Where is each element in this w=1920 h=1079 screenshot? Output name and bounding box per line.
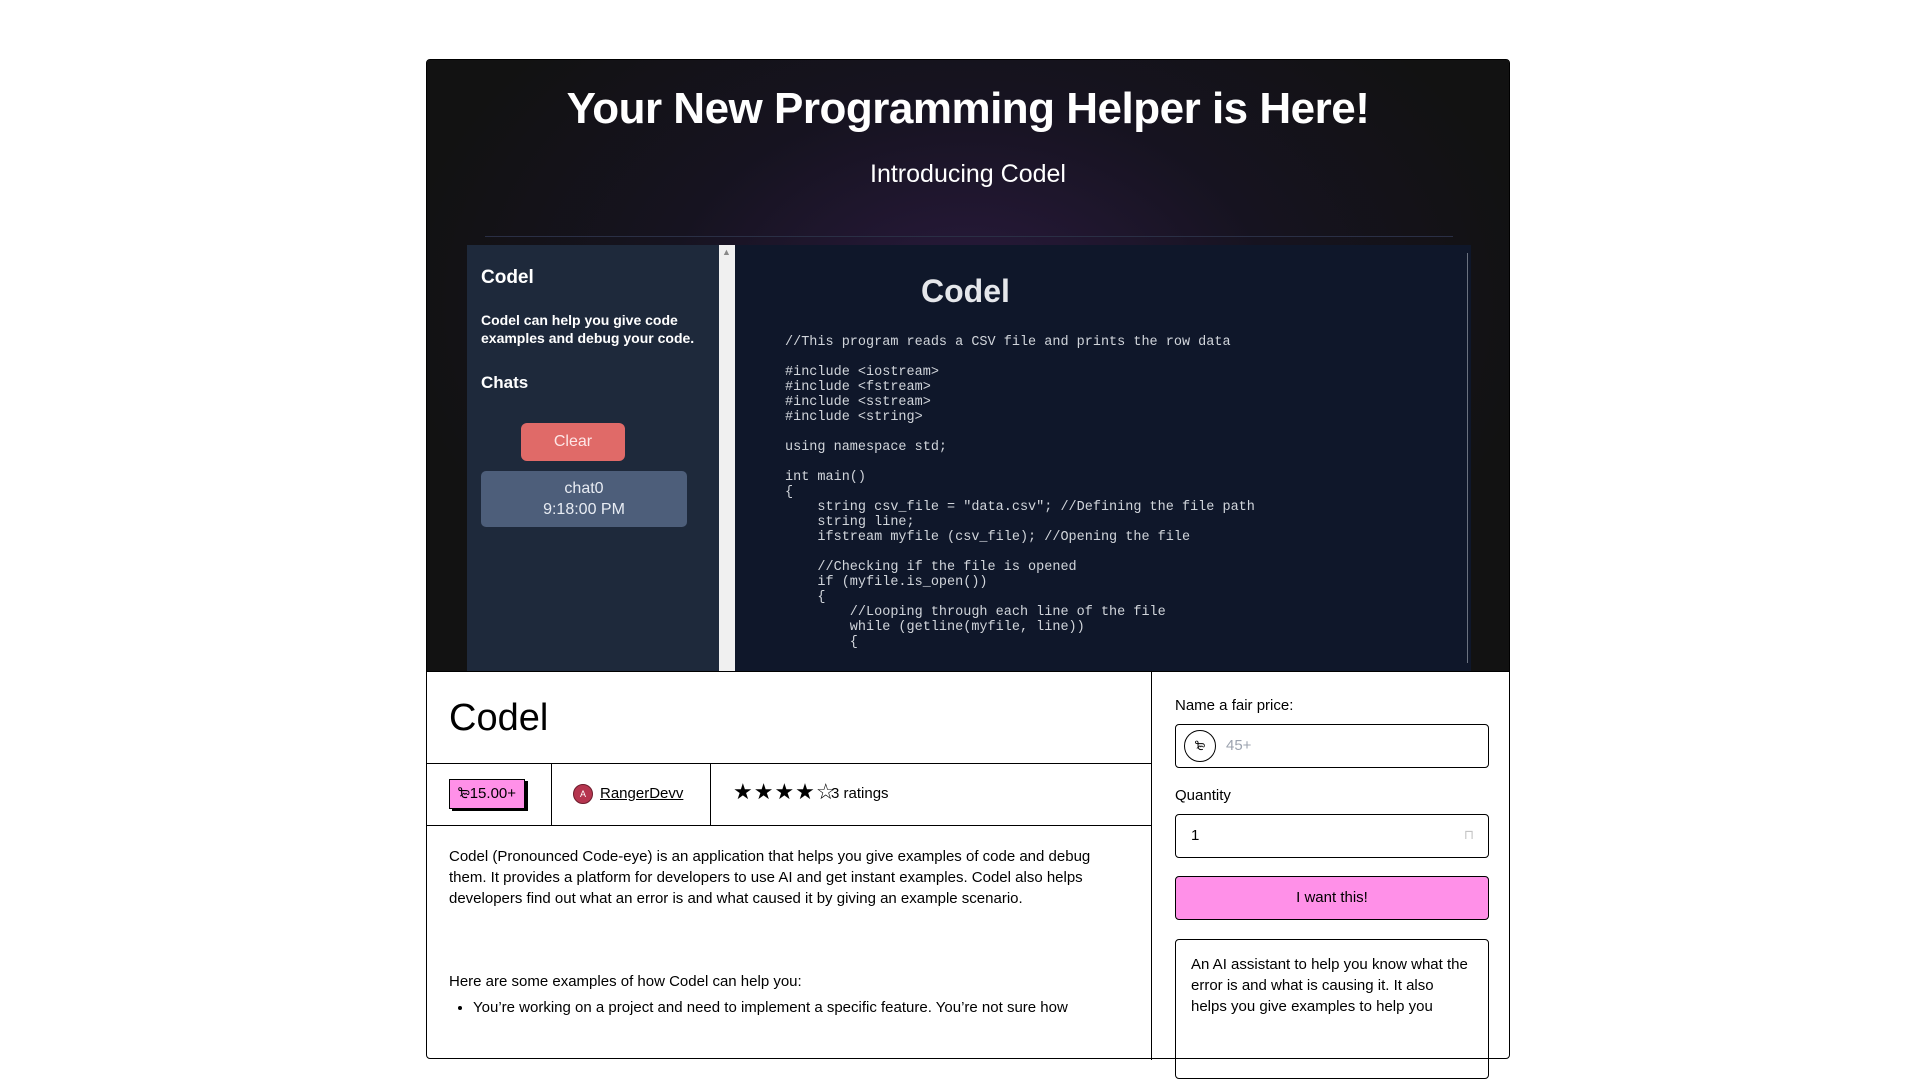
creator-link[interactable]: RangerDevv	[600, 785, 683, 802]
screenshot-chat-time: 9:18:00 PM	[543, 501, 625, 518]
quantity-label: Quantity	[1175, 787, 1231, 804]
screenshot-clear-button: Clear	[521, 423, 625, 461]
screenshot-chat-item: chat0 9:18:00 PM	[481, 471, 687, 527]
product-card: Your New Programming Helper is Here! Int…	[426, 59, 1510, 1079]
screenshot-code-block: //This program reads a CSV file and prin…	[785, 335, 1255, 650]
creator-avatar: A	[573, 784, 593, 804]
hero-banner: Your New Programming Helper is Here! Int…	[427, 60, 1509, 672]
hero-divider	[485, 236, 1453, 237]
product-info: Codel ₻15.00+ A RangerDevv ★★★★☆ 3 ratin…	[427, 671, 1152, 1060]
meta-separator	[551, 763, 552, 825]
price-placeholder: 45+	[1226, 737, 1252, 754]
screenshot-scrollbar: ▲	[719, 245, 735, 671]
screenshot-sidebar-title: Codel	[481, 267, 534, 288]
currency-circle-icon: ₻	[1184, 730, 1216, 762]
screenshot-sidebar-desc: Codel can help you give code examples an…	[481, 312, 695, 346]
price-label: Name a fair price:	[1175, 697, 1294, 714]
product-title: Codel	[449, 697, 549, 739]
buy-button[interactable]: I want this!	[1175, 876, 1489, 920]
app-screenshot: Codel Codel can help you give code examp…	[467, 245, 1471, 671]
meta-row-top-border	[427, 763, 1151, 764]
quantity-input[interactable]: 1 ⊓	[1175, 814, 1489, 858]
examples-list: You’re working on a project and need to …	[449, 997, 1153, 1018]
screenshot-sidebar: Codel Codel can help you give code examp…	[467, 245, 719, 671]
product-description: Codel (Pronounced Code-eye) is an applic…	[449, 848, 1091, 907]
screenshot-edge	[1467, 253, 1468, 663]
star-rating-icon: ★★★★☆	[733, 779, 837, 804]
hero-subtitle: Introducing Codel	[870, 160, 1066, 188]
quantity-value: 1	[1191, 827, 1200, 844]
meta-separator	[710, 763, 711, 825]
stepper-icon[interactable]: ⊓	[1464, 827, 1474, 843]
scroll-up-arrow-icon: ▲	[722, 247, 731, 257]
purchase-panel: Name a fair price: ₻ 45+ Quantity 1 ⊓ I …	[1151, 671, 1509, 1079]
ratings-count: 3 ratings	[831, 785, 889, 802]
hero-title: Your New Programming Helper is Here!	[566, 84, 1370, 133]
screenshot-chat-name: chat0	[564, 480, 604, 497]
screenshot-main-title: Codel	[921, 273, 1010, 309]
list-item: You’re working on a project and need to …	[473, 997, 1153, 1018]
price-input[interactable]: ₻ 45+	[1175, 724, 1489, 768]
meta-row-bottom-border	[427, 825, 1151, 826]
product-summary: An AI assistant to help you know what th…	[1175, 939, 1489, 1079]
price-badge: ₻15.00+	[449, 779, 526, 809]
screenshot-chats-label: Chats	[481, 373, 529, 392]
examples-heading: Here are some examples of how Codel can …	[449, 973, 802, 990]
